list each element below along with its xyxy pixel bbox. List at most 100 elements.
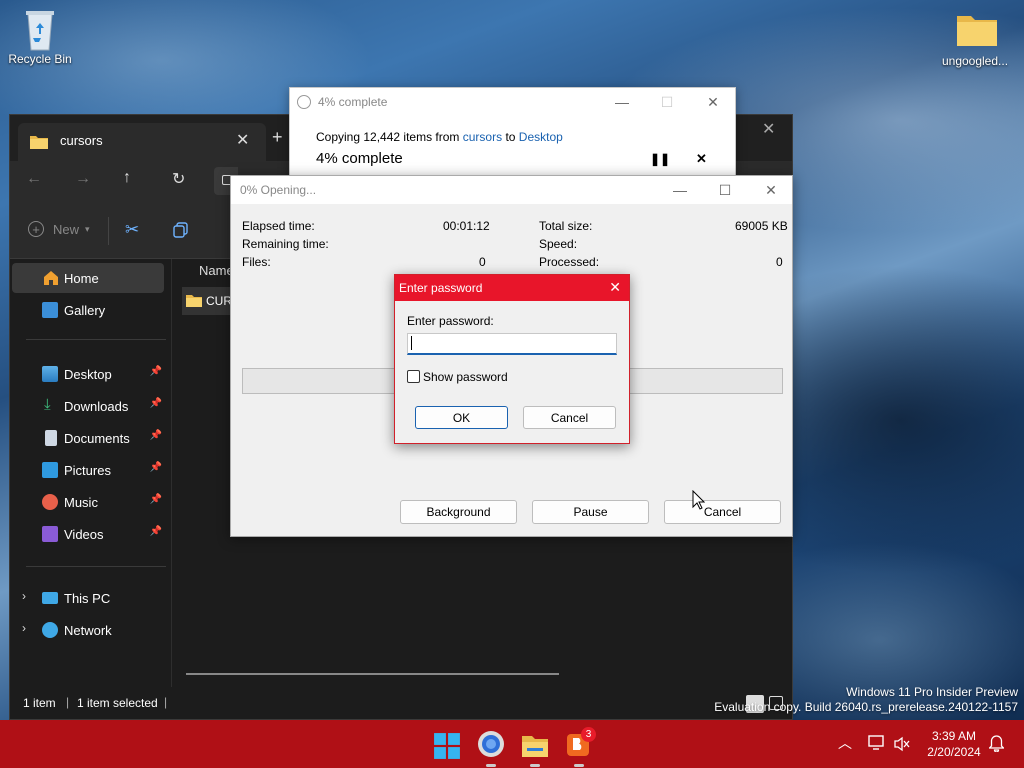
windows-start-icon[interactable] bbox=[433, 732, 461, 760]
archive-title: 0% Opening... bbox=[240, 183, 317, 197]
running-indicator bbox=[530, 764, 540, 767]
volume-muted-icon[interactable] bbox=[894, 736, 910, 752]
chevron-down-icon: ▾ bbox=[85, 223, 90, 234]
document-icon bbox=[45, 430, 57, 446]
password-cancel-button[interactable]: Cancel bbox=[523, 406, 616, 429]
background-button[interactable]: Background bbox=[400, 500, 517, 524]
close-icon[interactable]: ✕ bbox=[609, 279, 621, 296]
column-header-name[interactable]: Name bbox=[199, 263, 234, 278]
chevron-right-icon[interactable]: › bbox=[22, 621, 26, 635]
copy-source-link[interactable]: cursors bbox=[463, 130, 502, 144]
horizontal-scrollbar[interactable] bbox=[186, 673, 559, 675]
clock-time: 3:39 AM bbox=[931, 729, 977, 743]
cancel-copy-icon[interactable]: ✕ bbox=[696, 151, 707, 167]
new-label: New bbox=[53, 221, 80, 237]
new-tab-icon[interactable]: + bbox=[272, 127, 283, 148]
chevron-up-icon[interactable]: ︿ bbox=[838, 733, 852, 753]
clock-date: 2/20/2024 bbox=[927, 745, 981, 759]
close-icon[interactable]: ✕ bbox=[693, 88, 733, 116]
sidebar-item-home[interactable]: Home bbox=[12, 263, 164, 293]
copy-status-line: Copying 12,442 items from cursors to Des… bbox=[316, 130, 563, 144]
tab-close-icon[interactable]: ✕ bbox=[236, 130, 249, 150]
clock[interactable]: 3:39 AM 2/20/2024 bbox=[922, 728, 986, 760]
sidebar-label-videos: Videos bbox=[64, 526, 104, 542]
refresh-icon[interactable]: ↻ bbox=[172, 169, 185, 189]
sidebar-label-music: Music bbox=[64, 494, 98, 510]
explorer-close-icon[interactable]: ✕ bbox=[762, 119, 775, 139]
sidebar-label-this-pc: This PC bbox=[64, 590, 111, 606]
notification-bell-icon[interactable] bbox=[989, 735, 1004, 752]
evaluation-watermark: Windows 11 Pro Insider Preview Evaluatio… bbox=[714, 685, 1018, 715]
remaining-label: Remaining time: bbox=[242, 237, 329, 251]
copy-title-bar: 4% complete — ☐ ✕ bbox=[290, 88, 735, 116]
network-status-icon[interactable] bbox=[868, 735, 886, 751]
chromium-icon[interactable] bbox=[477, 730, 505, 758]
download-arrow-icon: ⤓ bbox=[44, 396, 51, 413]
maximize-icon[interactable]: ☐ bbox=[647, 88, 687, 116]
sidebar-item-music[interactable]: Music 📌 bbox=[12, 487, 164, 517]
new-button[interactable]: + New ▾ bbox=[28, 221, 90, 237]
show-password-label[interactable]: Show password bbox=[423, 370, 508, 384]
music-icon bbox=[42, 494, 58, 510]
sidebar-item-gallery[interactable]: Gallery bbox=[12, 295, 164, 325]
recycle-bin-shortcut[interactable]: Recycle Bin bbox=[0, 8, 80, 66]
up-arrow-icon[interactable]: ↑ bbox=[123, 169, 131, 187]
sidebar-item-documents[interactable]: Documents 📌 bbox=[12, 423, 164, 453]
password-title: Enter password bbox=[399, 281, 483, 295]
pictures-icon bbox=[42, 462, 58, 478]
show-password-checkbox[interactable] bbox=[407, 370, 420, 383]
speed-label: Speed: bbox=[539, 237, 578, 251]
back-arrow-icon[interactable]: ← bbox=[26, 170, 42, 188]
sidebar-item-this-pc[interactable]: › This PC bbox=[12, 583, 164, 613]
sidebar-divider bbox=[26, 339, 166, 340]
running-indicator bbox=[486, 764, 496, 767]
sidebar-item-network[interactable]: › Network bbox=[12, 615, 164, 645]
file-item-name: CUR bbox=[206, 294, 232, 308]
explorer-sidebar: Home Gallery Desktop 📌 ⤓ Downloads 📌 Doc… bbox=[10, 259, 170, 687]
watermark-line-2: Evaluation copy. Build 26040.rs_prerelea… bbox=[714, 700, 1018, 714]
ok-button[interactable]: OK bbox=[415, 406, 508, 429]
file-explorer-icon[interactable] bbox=[521, 732, 549, 760]
explorer-status-bar: 1 item | 1 item selected | bbox=[10, 687, 792, 719]
pause-icon[interactable]: ❚❚ bbox=[650, 152, 670, 166]
copy-progress-window[interactable]: 4% complete — ☐ ✕ Copying 12,442 items f… bbox=[289, 87, 736, 187]
copy-destination-link[interactable]: Desktop bbox=[519, 130, 563, 144]
minimize-icon[interactable]: — bbox=[660, 176, 700, 204]
cut-icon[interactable]: ✂ bbox=[125, 220, 139, 240]
sidebar-item-pictures[interactable]: Pictures 📌 bbox=[12, 455, 164, 485]
home-icon bbox=[44, 271, 58, 285]
folder-shortcut[interactable]: ungoogled... bbox=[935, 10, 1015, 68]
forward-arrow-icon[interactable]: → bbox=[75, 170, 91, 188]
sidebar-item-videos[interactable]: Videos 📌 bbox=[12, 519, 164, 549]
password-dialog[interactable]: Enter password ✕ Enter password: Show pa… bbox=[394, 274, 630, 444]
explorer-tab[interactable]: cursors ✕ bbox=[18, 123, 266, 161]
desktop-icon bbox=[42, 366, 58, 382]
processed-value: 0 bbox=[776, 255, 783, 269]
recycle-bin-label: Recycle Bin bbox=[8, 52, 72, 66]
elapsed-label: Elapsed time: bbox=[242, 219, 315, 233]
folder-icon bbox=[186, 295, 202, 307]
maximize-icon[interactable]: ☐ bbox=[705, 176, 745, 204]
pause-button[interactable]: Pause bbox=[532, 500, 649, 524]
copy-icon[interactable] bbox=[173, 222, 189, 238]
mouse-pointer-icon bbox=[692, 490, 705, 510]
sidebar-item-desktop[interactable]: Desktop 📌 bbox=[12, 359, 164, 389]
close-icon[interactable]: ✕ bbox=[751, 176, 791, 204]
sidebar-label-documents: Documents bbox=[64, 430, 130, 446]
minimize-icon[interactable]: — bbox=[602, 88, 642, 116]
chevron-right-icon[interactable]: › bbox=[22, 589, 26, 603]
status-selected: 1 item selected bbox=[77, 696, 158, 710]
clock-icon bbox=[297, 95, 311, 109]
cancel-button[interactable]: Cancel bbox=[664, 500, 781, 524]
password-input[interactable] bbox=[407, 333, 617, 355]
copy-prefix: Copying 12,442 items from bbox=[316, 130, 460, 144]
sidebar-label-pictures: Pictures bbox=[64, 462, 111, 478]
taskbar: 3 ︿ 3:39 AM 2/20/2024 bbox=[0, 720, 1024, 768]
sidebar-label-gallery: Gallery bbox=[64, 302, 106, 318]
pin-icon: 📌 bbox=[149, 366, 162, 377]
sidebar-divider bbox=[26, 566, 166, 567]
sidebar-item-downloads[interactable]: ⤓ Downloads 📌 bbox=[12, 391, 164, 421]
app-badge: 3 bbox=[581, 727, 596, 742]
sidebar-label-downloads: Downloads bbox=[64, 398, 129, 414]
pin-icon: 📌 bbox=[149, 462, 162, 473]
